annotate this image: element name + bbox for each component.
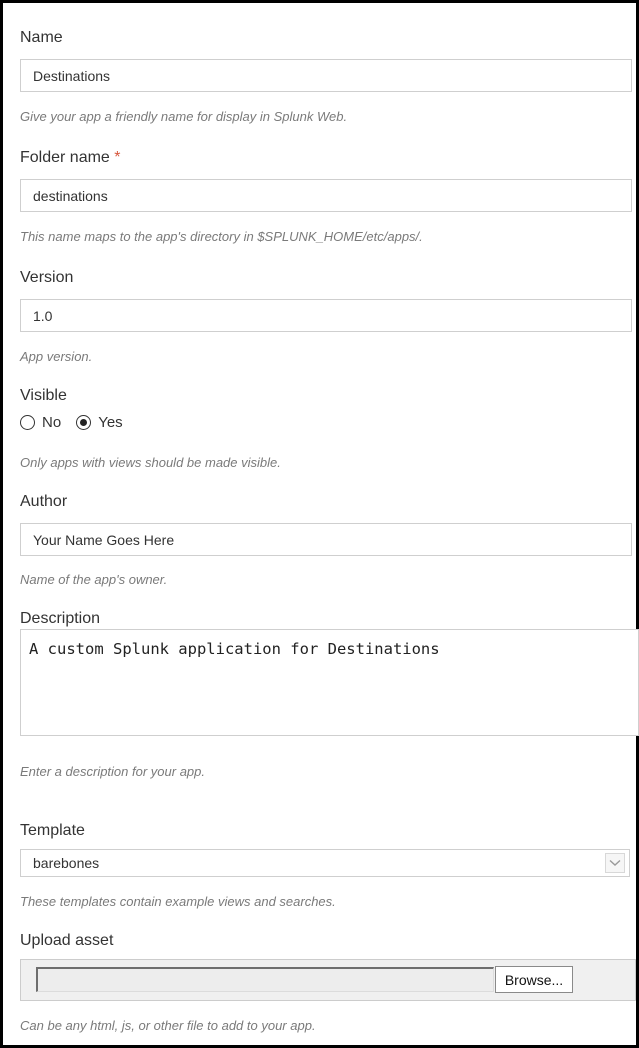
author-input[interactable]: Your Name Goes Here (20, 523, 632, 556)
template-help: These templates contain example views an… (20, 894, 336, 909)
version-help: App version. (20, 349, 93, 364)
visible-no-radio[interactable] (20, 415, 35, 430)
name-label: Name (20, 29, 63, 46)
name-help: Give your app a friendly name for displa… (20, 109, 348, 124)
upload-asset-label: Upload asset (20, 932, 114, 949)
visible-no-label[interactable]: No (42, 414, 61, 431)
template-selected-value: barebones (33, 855, 100, 871)
radio-dot-icon (80, 419, 88, 426)
visible-label: Visible (20, 387, 67, 404)
chevron-down-icon (609, 859, 621, 866)
name-input[interactable]: Destinations (20, 59, 632, 92)
visible-radio-group: No Yes (20, 414, 123, 431)
template-label: Template (20, 822, 85, 839)
version-input[interactable]: 1.0 (20, 299, 632, 332)
folder-name-label-text: Folder name (20, 149, 110, 166)
upload-asset-help: Can be any html, js, or other file to ad… (20, 1018, 316, 1033)
visible-yes-radio[interactable] (76, 415, 92, 430)
description-help: Enter a description for your app. (20, 764, 205, 779)
visible-yes-label[interactable]: Yes (98, 414, 122, 431)
author-label: Author (20, 493, 68, 510)
browse-button[interactable]: Browse... (495, 966, 573, 993)
author-help: Name of the app's owner. (20, 572, 168, 587)
description-label: Description (20, 610, 101, 627)
template-select[interactable]: barebones (20, 849, 630, 877)
upload-asset-panel: Browse... (20, 959, 636, 1001)
upload-file-path-field[interactable] (36, 967, 494, 992)
folder-name-help: This name maps to the app's directory in… (20, 229, 423, 244)
folder-name-label: Folder name * (20, 149, 121, 167)
description-textarea[interactable]: A custom Splunk application for Destinat… (20, 629, 639, 736)
visible-help: Only apps with views should be made visi… (20, 455, 281, 470)
version-label: Version (20, 269, 74, 286)
required-asterisk: * (114, 149, 121, 166)
select-dropdown-button[interactable] (605, 853, 625, 873)
folder-name-input[interactable]: destinations (20, 179, 632, 212)
app-settings-form: Name Destinations Give your app a friend… (0, 0, 639, 1048)
